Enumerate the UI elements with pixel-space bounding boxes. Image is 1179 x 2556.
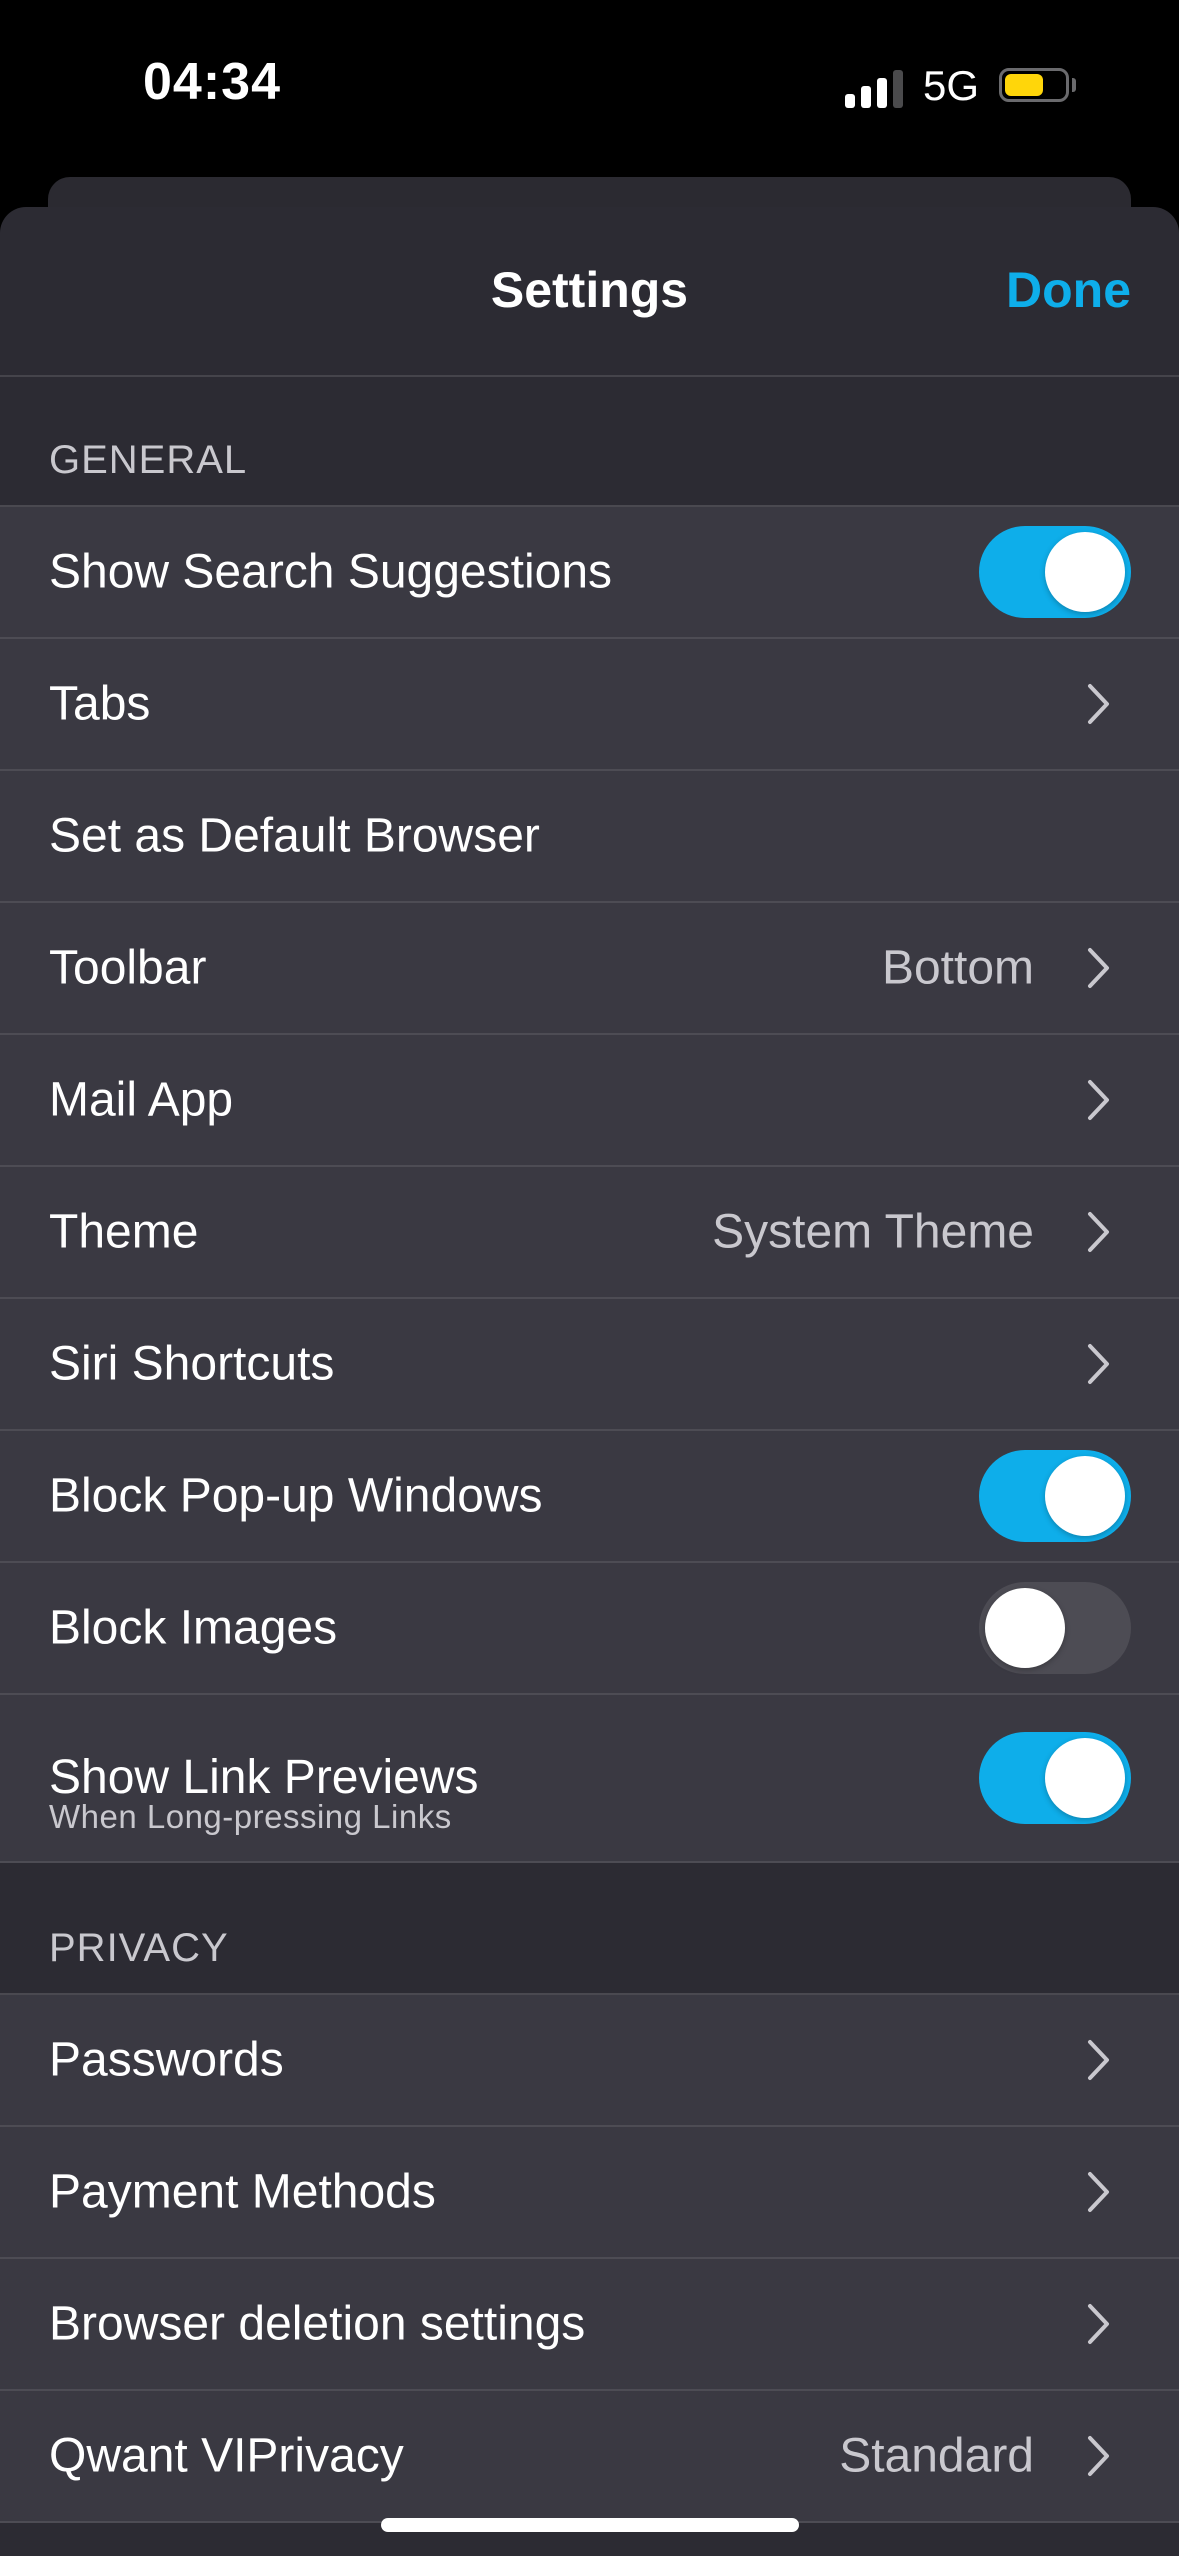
row-label: Tabs	[49, 677, 151, 731]
row-value: Bottom	[881, 941, 1034, 995]
row-label: Mail App	[49, 1073, 234, 1127]
page-title: Settings	[490, 262, 689, 318]
row-value: System Theme	[712, 1205, 1034, 1259]
done-button[interactable]: Done	[1006, 261, 1131, 319]
privacy-settings-list: Passwords Payment Methods Browser deletion…	[0, 1995, 1179, 2523]
row-label: Block Pop-up Windows	[49, 1469, 543, 1523]
row-label: Theme	[49, 1205, 199, 1259]
row-label: Browser deletion settings	[49, 2297, 586, 2351]
section-header-label: PRIVACY	[49, 1926, 229, 1970]
row-label: Show Search Suggestions	[49, 545, 613, 599]
row-label: Payment Methods	[49, 2165, 436, 2219]
chevron-right-icon	[1088, 948, 1109, 988]
toggle-switch[interactable]	[979, 1582, 1131, 1674]
settings-row-passwords[interactable]: Passwords	[0, 1995, 1179, 2127]
chevron-right-icon	[1088, 2040, 1109, 2080]
toggle-knob	[1045, 532, 1125, 612]
row-label: Toolbar	[49, 941, 207, 995]
chevron-right-icon	[1088, 684, 1109, 724]
row-label: Set as Default Browser	[49, 809, 540, 863]
chevron-right-icon	[1088, 2436, 1109, 2476]
home-indicator[interactable]	[381, 2518, 799, 2532]
settings-sheet: Settings Done GENERAL Show Search Sugges…	[0, 207, 1179, 2556]
section-header-label: GENERAL	[49, 438, 248, 482]
chevron-right-icon	[1088, 1344, 1109, 1384]
nav-bar: Settings Done	[0, 207, 1179, 377]
settings-row-toolbar[interactable]: Toolbar Bottom	[0, 903, 1179, 1035]
settings-row-siri-shortcuts[interactable]: Siri Shortcuts	[0, 1299, 1179, 1431]
status-time: 04:34	[143, 53, 281, 111]
status-bar: 04:34 5G	[0, 0, 1179, 170]
settings-row-qwant-viprivacy[interactable]: Qwant VIPrivacy Standard	[0, 2391, 1179, 2523]
chevron-right-icon	[1088, 2172, 1109, 2212]
toggle-switch[interactable]	[979, 1450, 1131, 1542]
row-label: Qwant VIPrivacy	[49, 2429, 404, 2483]
toggle-knob	[985, 1588, 1065, 1668]
settings-row-browser-deletion-settings[interactable]: Browser deletion settings	[0, 2259, 1179, 2391]
signal-bar	[861, 86, 871, 108]
section-header-privacy: PRIVACY	[0, 1863, 1179, 1995]
toggle-knob	[1045, 1738, 1125, 1818]
settings-row-theme[interactable]: Theme System Theme	[0, 1167, 1179, 1299]
battery-cap	[1072, 78, 1076, 92]
toggle-switch[interactable]	[979, 1732, 1131, 1824]
general-settings-list: Show Search Suggestions Tabs Set as Defaul…	[0, 507, 1179, 1863]
settings-row-block-pop-up-windows[interactable]: Block Pop-up Windows	[0, 1431, 1179, 1563]
row-label: Block Images	[49, 1601, 338, 1655]
settings-row-block-images[interactable]: Block Images	[0, 1563, 1179, 1695]
cellular-signal-icon	[845, 70, 903, 108]
network-type: 5G	[923, 62, 980, 109]
settings-row-tabs[interactable]: Tabs	[0, 639, 1179, 771]
toggle-switch[interactable]	[979, 526, 1131, 618]
settings-row-show-search-suggestions[interactable]: Show Search Suggestions	[0, 507, 1179, 639]
row-sublabel: When Long-pressing Links	[49, 1798, 452, 1835]
chevron-right-icon	[1088, 2304, 1109, 2344]
row-value: Standard	[839, 2429, 1034, 2483]
signal-bar	[877, 78, 887, 108]
row-label: Siri Shortcuts	[49, 1337, 335, 1391]
settings-row-payment-methods[interactable]: Payment Methods	[0, 2127, 1179, 2259]
settings-row-mail-app[interactable]: Mail App	[0, 1035, 1179, 1167]
section-header-general: GENERAL	[0, 377, 1179, 507]
chevron-right-icon	[1088, 1080, 1109, 1120]
battery-icon	[999, 68, 1069, 102]
signal-bar	[845, 94, 855, 108]
chevron-right-icon	[1088, 1212, 1109, 1252]
battery-level	[1005, 74, 1043, 96]
signal-bar	[893, 70, 903, 108]
row-label: Show Link Previews	[49, 1751, 479, 1804]
settings-row-set-as-default-browser[interactable]: Set as Default Browser	[0, 771, 1179, 903]
toggle-knob	[1045, 1456, 1125, 1536]
settings-row-show-link-previews[interactable]: Show Link Previews When Long-pressing Lin…	[0, 1695, 1179, 1863]
row-label: Passwords	[49, 2033, 284, 2087]
